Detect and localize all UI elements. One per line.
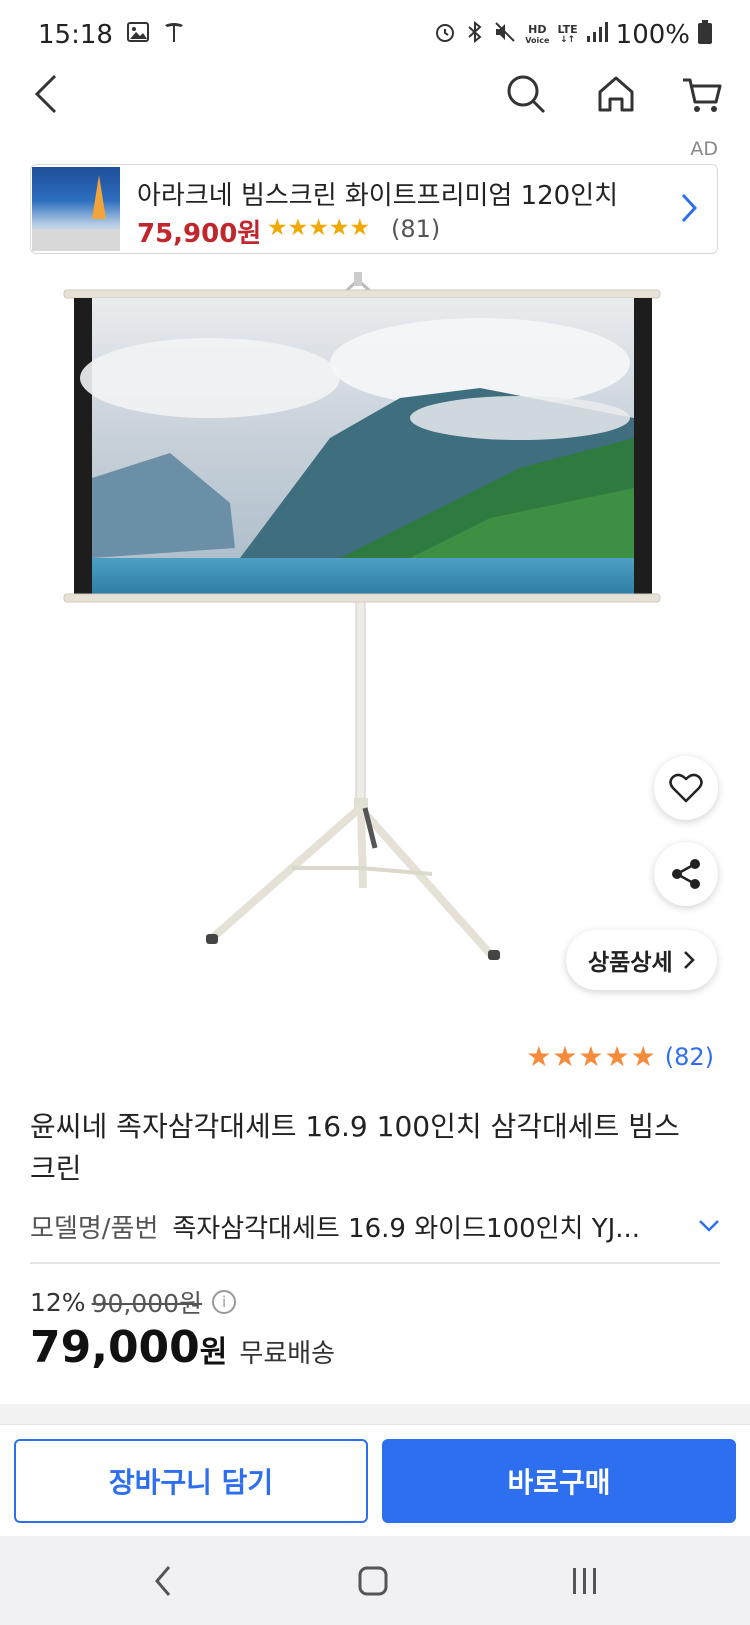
lte-icon: LTE ↓↑	[557, 23, 578, 45]
ad-title: 아라크네 빔스크린 화이트프리미엄 120인치	[137, 181, 619, 211]
sale-price: 79,000	[30, 1322, 200, 1373]
divider	[30, 1262, 720, 1264]
ad-star-rating: ★★★★★	[267, 215, 371, 241]
product-title: 윤씨네 족자삼각대세트 16.9 100인치 삼각대세트 빔스크린	[30, 1110, 680, 1185]
ad-price: 75,900원	[137, 219, 262, 249]
product-detail-label: 상품상세	[588, 950, 673, 976]
product-detail-button[interactable]: 상품상세	[566, 930, 717, 990]
battery-icon	[698, 20, 712, 50]
chevron-left-icon	[34, 74, 57, 114]
product-rating[interactable]: ★★★★★ (82)	[526, 1040, 714, 1073]
hd-voice-icon: HD Voice	[525, 23, 550, 45]
gallery-icon	[126, 22, 149, 48]
ad-thumbnail	[32, 167, 120, 251]
cart-icon	[683, 78, 722, 112]
mute-icon	[493, 20, 517, 50]
discount-rate: 12%	[30, 1287, 86, 1317]
heart-icon	[669, 773, 703, 803]
price-unit: 원	[199, 1335, 228, 1370]
model-label: 모델명/품번	[30, 1214, 159, 1244]
search-button[interactable]	[500, 68, 552, 120]
system-home-button[interactable]	[348, 1558, 398, 1604]
model-value: 족자삼각대세트 16.9 와이드100인치 YJ...	[172, 1214, 641, 1244]
status-time: 15:18	[38, 20, 113, 50]
chevron-down-icon[interactable]	[698, 1214, 720, 1239]
back-button[interactable]	[20, 68, 72, 120]
shipping-info: 무료배송	[239, 1339, 336, 1369]
add-to-cart-button[interactable]: 장바구니 담기	[14, 1439, 368, 1523]
status-bar: 15:18 HD Voice LTE ↓↑ 100%	[0, 0, 750, 70]
model-row[interactable]: 모델명/품번 족자삼각대세트 16.9 와이드100인치 YJ...	[30, 1208, 720, 1245]
cart-button[interactable]	[676, 68, 728, 120]
battery-percent: 100%	[615, 20, 690, 50]
signal-icon	[586, 22, 608, 48]
chevron-left-icon	[155, 1566, 171, 1596]
favorite-button[interactable]	[654, 756, 718, 820]
ad-label: AD	[690, 138, 718, 160]
home-button[interactable]	[590, 68, 642, 120]
system-nav-bar	[0, 1536, 750, 1625]
share-button[interactable]	[654, 842, 718, 906]
square-icon	[358, 1566, 388, 1596]
section-separator	[0, 1404, 750, 1424]
action-bar: 장바구니 담기 바로구매	[0, 1424, 750, 1536]
tesla-icon	[163, 21, 185, 49]
top-nav	[0, 62, 750, 126]
alarm-icon	[433, 20, 457, 50]
search-icon	[507, 75, 546, 114]
bluetooth-icon	[465, 20, 485, 50]
chevron-right-icon	[683, 951, 695, 969]
discount-row: 12% 90,000원 i	[30, 1284, 237, 1320]
chevron-right-icon	[679, 191, 699, 234]
price-row: 79,000 원 무료배송	[30, 1322, 335, 1373]
ad-banner[interactable]: 아라크네 빔스크린 화이트프리미엄 120인치 75,900원 ★★★★★ (8…	[30, 164, 718, 254]
buy-now-button[interactable]: 바로구매	[382, 1439, 736, 1523]
original-price: 90,000원	[91, 1289, 203, 1318]
info-icon[interactable]: i	[212, 1290, 237, 1314]
ad-review-count: (81)	[391, 215, 441, 243]
star-rating: ★★★★★	[526, 1040, 657, 1073]
system-recents-button[interactable]	[560, 1558, 610, 1604]
product-image[interactable]	[60, 268, 690, 988]
review-count: (82)	[664, 1042, 714, 1071]
share-icon	[672, 859, 700, 889]
system-back-button[interactable]	[138, 1558, 188, 1604]
recents-icon	[573, 1568, 596, 1594]
home-icon	[598, 76, 634, 112]
